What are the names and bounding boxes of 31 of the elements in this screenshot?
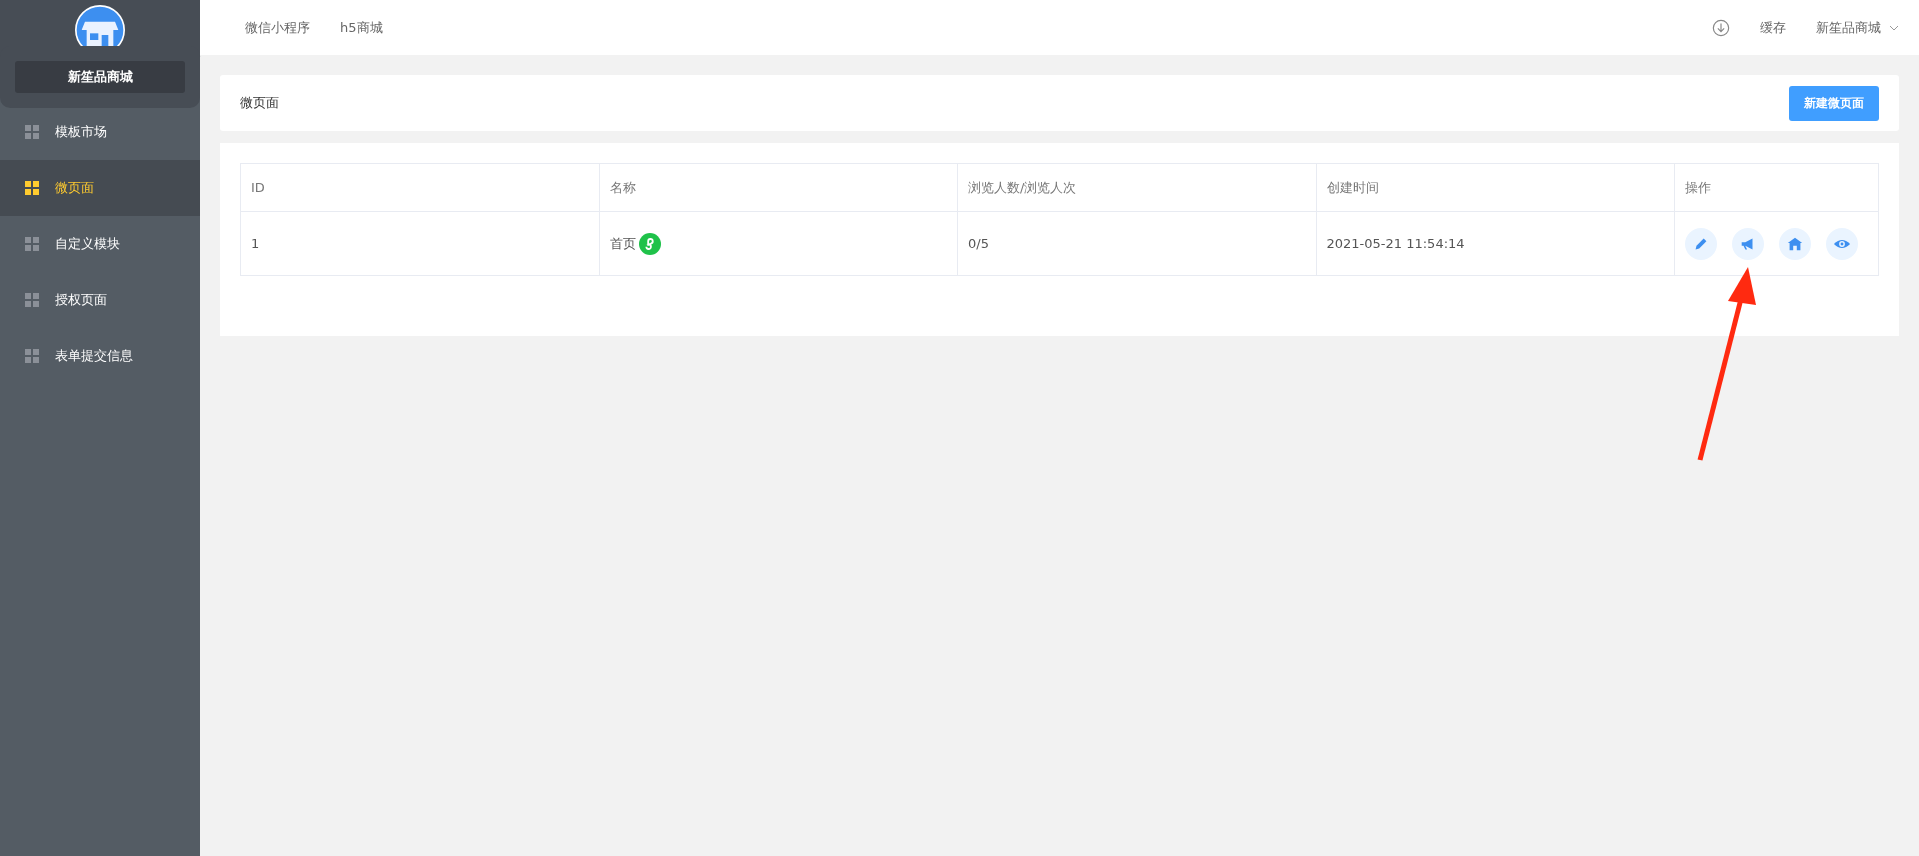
grid-icon — [25, 349, 39, 363]
column-header: 名称 — [599, 163, 958, 212]
download-icon[interactable] — [1712, 18, 1730, 37]
grid-icon — [25, 181, 39, 195]
megaphone-button[interactable] — [1732, 227, 1764, 260]
eye-button[interactable] — [1826, 227, 1858, 260]
sidebar-item[interactable]: 微页面 — [0, 160, 200, 216]
caret-icon — [1889, 24, 1899, 31]
account-menu[interactable]: 新笙品商城 — [1816, 18, 1899, 37]
page-name: 首页 — [609, 234, 636, 253]
link-badge-icon — [638, 232, 661, 255]
sidebar-item[interactable]: 表单提交信息 — [0, 328, 200, 384]
sidebar-item[interactable]: 授权页面 — [0, 272, 200, 328]
sidebar-item[interactable]: 模板市场 — [0, 104, 200, 160]
top-tab[interactable]: 微信小程序 — [245, 18, 310, 37]
table-cell: 0/5 — [957, 211, 1316, 276]
edit-button[interactable] — [1685, 227, 1717, 260]
table-cell: 1 — [240, 211, 599, 276]
grid-icon — [25, 237, 39, 251]
page-title: 微页面 — [240, 94, 279, 112]
column-header: 创建时间 — [1316, 163, 1675, 212]
column-header: 浏览人数/浏览人次 — [957, 163, 1316, 212]
home-button[interactable] — [1779, 227, 1811, 260]
table-cell: 2021-05-21 11:54:14 — [1316, 211, 1675, 276]
grid-icon — [25, 125, 39, 139]
top-tab[interactable]: h5商城 — [340, 18, 383, 37]
cache-link[interactable]: 缓存 — [1760, 18, 1786, 37]
grid-icon — [25, 293, 39, 307]
column-header: ID — [240, 163, 599, 212]
sidebar-item[interactable]: 自定义模块 — [0, 216, 200, 272]
column-header: 操作 — [1674, 163, 1879, 212]
